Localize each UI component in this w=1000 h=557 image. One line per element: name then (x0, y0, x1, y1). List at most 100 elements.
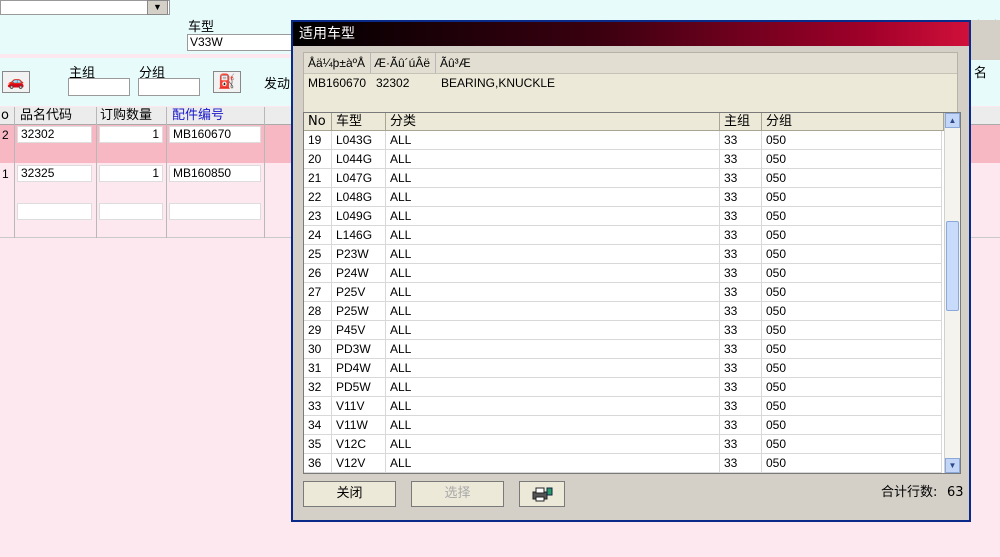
chevron-down-icon: ▼ (153, 2, 162, 12)
list-item[interactable]: 32 PD5W ALL 33 050 (304, 378, 942, 397)
cell-main-group: 33 (720, 378, 762, 397)
list-item[interactable]: 33 V11V ALL 33 050 (304, 397, 942, 416)
list-item[interactable]: 28 P25W ALL 33 050 (304, 302, 942, 321)
list-item[interactable]: 35 V12C ALL 33 050 (304, 435, 942, 454)
cell-no: 23 (304, 207, 332, 226)
vehicle-field[interactable]: V33W (187, 34, 293, 51)
part-no-cell[interactable]: MB160850 (169, 165, 261, 182)
part-name-value: BEARING,KNUCKLE (441, 76, 556, 90)
cell-main-group: 33 (720, 340, 762, 359)
cell-main-group: 33 (720, 435, 762, 454)
cell-main-group: 33 (720, 150, 762, 169)
col-sub-group-header[interactable]: 分组 (762, 113, 944, 131)
cell-model: L146G (332, 226, 386, 245)
col-model-header[interactable]: 车型 (332, 113, 386, 131)
cell-no: 35 (304, 435, 332, 454)
cell-category: ALL (386, 378, 720, 397)
cell-model: P24W (332, 264, 386, 283)
chevron-up-icon: ▲ (948, 116, 957, 125)
cell-main-group: 33 (720, 283, 762, 302)
cell-sub-group: 050 (762, 169, 942, 188)
list-item[interactable]: 27 P25V ALL 33 050 (304, 283, 942, 302)
cell-sub-group: 050 (762, 131, 942, 150)
sub-group-field[interactable] (138, 78, 200, 96)
cell-model: V12C (332, 435, 386, 454)
cell-sub-group: 050 (762, 226, 942, 245)
list-item[interactable]: 24 L146G ALL 33 050 (304, 226, 942, 245)
total-rows-value: 63 (947, 485, 964, 500)
list-item[interactable]: 31 PD4W ALL 33 050 (304, 359, 942, 378)
scroll-down-button[interactable]: ▼ (945, 458, 960, 473)
list-item[interactable]: 20 L044G ALL 33 050 (304, 150, 942, 169)
cell-no: 24 (304, 226, 332, 245)
cell-main-group: 33 (720, 454, 762, 473)
cell-model: P45V (332, 321, 386, 340)
vertical-scrollbar[interactable]: ▲ ▼ (944, 113, 960, 473)
cell-no: 26 (304, 264, 332, 283)
cell-category: ALL (386, 188, 720, 207)
printer-icon (532, 487, 553, 502)
engine-icon[interactable]: ⛽ (213, 71, 241, 93)
filter-combo[interactable] (0, 0, 170, 15)
list-item[interactable]: 29 P45V ALL 33 050 (304, 321, 942, 340)
close-button[interactable]: 关闭 (303, 481, 396, 507)
model-list[interactable]: No 车型 分类 主组 分组 19 L043G ALL 33 050 20 L044G ALL… (303, 112, 961, 474)
col-no-header[interactable]: No (304, 113, 332, 131)
cell-sub-group: 050 (762, 207, 942, 226)
list-item[interactable]: 25 P23W ALL 33 050 (304, 245, 942, 264)
cell-category: ALL (386, 150, 720, 169)
combo-dropdown-button[interactable]: ▼ (147, 0, 168, 15)
applicable-models-dialog: 适用车型 Åä¼þ±àºÅ Æ·Ãû´úÂë Ãû³Æ MB160670 323… (291, 20, 971, 522)
grid-divider (166, 107, 167, 238)
cell-model: PD4W (332, 359, 386, 378)
dialog-title[interactable]: 适用车型 (293, 22, 969, 46)
cell-category: ALL (386, 321, 720, 340)
cell-main-group: 33 (720, 169, 762, 188)
cell-no: 20 (304, 150, 332, 169)
cell-model: PD3W (332, 340, 386, 359)
cell-model: L044G (332, 150, 386, 169)
list-item[interactable]: 36 V12V ALL 33 050 (304, 454, 942, 473)
part-no-cell[interactable]: MB160670 (169, 126, 261, 143)
cell-no: 29 (304, 321, 332, 340)
qty-cell[interactable] (99, 203, 163, 220)
cell-category: ALL (386, 435, 720, 454)
col-category-header[interactable]: 分类 (386, 113, 720, 131)
vehicle-label: 车型 (188, 20, 215, 35)
list-item[interactable]: 30 PD3W ALL 33 050 (304, 340, 942, 359)
part-code-cell[interactable]: 32302 (17, 126, 92, 143)
list-item[interactable]: 22 L048G ALL 33 050 (304, 188, 942, 207)
cell-no: 22 (304, 188, 332, 207)
scrollbar-thumb[interactable] (946, 221, 959, 311)
list-item[interactable]: 19 L043G ALL 33 050 (304, 131, 942, 150)
cell-sub-group: 050 (762, 454, 942, 473)
cell-no: 34 (304, 416, 332, 435)
cell-model: V11W (332, 416, 386, 435)
print-button[interactable] (519, 481, 565, 507)
car-icon[interactable]: 🚗 (2, 71, 30, 93)
list-item[interactable]: 34 V11W ALL 33 050 (304, 416, 942, 435)
main-group-field[interactable] (68, 78, 130, 96)
select-button[interactable]: 选择 (411, 481, 504, 507)
qty-cell[interactable]: 1 (99, 126, 163, 143)
list-item[interactable]: 21 L047G ALL 33 050 (304, 169, 942, 188)
qty-cell[interactable]: 1 (99, 165, 163, 182)
part-code-cell[interactable] (17, 203, 92, 220)
scroll-up-button[interactable]: ▲ (945, 113, 960, 128)
part-code-cell[interactable]: 32325 (17, 165, 92, 182)
grid-divider (96, 107, 97, 238)
cell-model: P25W (332, 302, 386, 321)
col-qty-header: 订购数量 (100, 108, 153, 123)
cell-model: P23W (332, 245, 386, 264)
cell-main-group: 33 (720, 302, 762, 321)
part-no-cell[interactable] (169, 203, 261, 220)
cell-category: ALL (386, 169, 720, 188)
col-no-header: o (1, 108, 9, 123)
info-divider (370, 53, 371, 73)
chevron-down-icon: ▼ (948, 461, 957, 470)
cell-no: 28 (304, 302, 332, 321)
list-item[interactable]: 23 L049G ALL 33 050 (304, 207, 942, 226)
list-item[interactable]: 26 P24W ALL 33 050 (304, 264, 942, 283)
cell-model: PD5W (332, 378, 386, 397)
col-main-group-header[interactable]: 主组 (720, 113, 762, 131)
